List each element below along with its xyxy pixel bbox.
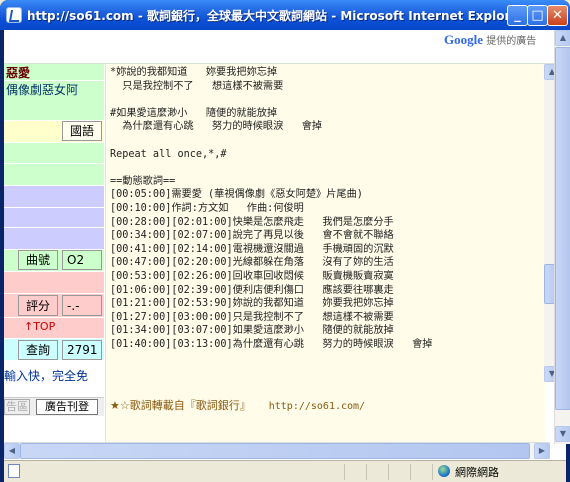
track-row: 曲號 O2 (4, 250, 104, 272)
lyric-line: #如果愛這麼渺小 隨便的就能放掉 (110, 107, 278, 119)
page-scrollbar[interactable]: ▲ ▼ (554, 30, 570, 444)
ie-icon (6, 7, 22, 23)
lyric-line: Repeat all once,*,# (110, 148, 227, 160)
title-bar[interactable]: http://so61.com - 歌詞銀行，全球最大中文歌詞網站 - Micr… (0, 0, 570, 30)
status-divider (388, 464, 389, 480)
lyric-line: 為什麼還有心跳 努力的時候眼淚 會掉 (122, 121, 323, 133)
status-divider (410, 464, 411, 480)
source-url[interactable]: http://so61.com/ (269, 401, 365, 412)
google-ads-label[interactable]: Google 提供的廣告 (444, 32, 536, 48)
promo-text[interactable]: 輸入快，完全免 (4, 367, 88, 384)
google-brand: Google (444, 32, 483, 47)
blank-row-4 (4, 208, 104, 228)
blank-row-2 (4, 164, 104, 186)
track-label: 曲號 (18, 250, 58, 270)
horizontal-scrollbar[interactable]: ◀ ▶ (4, 442, 550, 459)
lyric-line: [00:53:00][02:26:00]回收車回收悶候 販賣機販賣寂寞 (110, 270, 394, 282)
minimize-button[interactable]: _ (507, 5, 528, 26)
page-scroll-up-icon[interactable]: ▲ (555, 30, 570, 46)
lyric-line: 只是我控制不了 想這樣不被需要 (122, 80, 284, 92)
window-title: http://so61.com - 歌詞銀行，全球最大中文歌詞網站 - Micr… (27, 9, 525, 23)
top-link[interactable]: ↑TOP (24, 320, 55, 333)
page-status-icon (8, 464, 20, 478)
lyric-line: [00:34:00][02:07:00]說完了再見以後 會不會就不聯絡 (110, 230, 394, 242)
google-ad-strip: Google 提供的廣告 (4, 30, 554, 64)
blank-row-1 (4, 143, 104, 164)
top-row: ↑TOP (4, 318, 104, 339)
scroll-left-icon[interactable]: ◀ (4, 443, 20, 459)
lyric-line: [00:05:00]需要愛 (華視偶像劇《惡女阿楚》片尾曲) (110, 189, 363, 201)
language-label: 國語 (62, 121, 102, 141)
scroll-right-icon[interactable]: ▶ (534, 443, 550, 459)
query-label: 查詢 (18, 340, 58, 360)
track-value: O2 (62, 250, 102, 270)
browser-window: http://so61.com - 歌詞銀行，全球最大中文歌詞網站 - Micr… (0, 0, 570, 482)
lyric-line: [00:28:00][02:01:00]快樂是怎麼飛走 我們是怎麼分手 (110, 216, 394, 228)
ad-post-button[interactable]: 廣告刊登 (36, 399, 98, 415)
status-divider (366, 464, 367, 480)
lyric-line: [01:40:00][03:13:00]為什麼還有心跳 努力的時候眼淚 會掉 (110, 338, 433, 350)
ad-area-button[interactable]: 告區 (4, 399, 30, 415)
lyric-line: ==動態歌詞== (110, 175, 176, 187)
status-bar: 網際網路 (4, 460, 566, 482)
promo-row: 輸入快，完全免 (4, 361, 104, 397)
blank-row-6 (4, 272, 104, 294)
song-title: 惡愛 (4, 64, 104, 81)
status-divider (432, 464, 433, 480)
lyric-line: [01:06:00][02:39:00]便利店便利傷口 應該要往哪裏走 (110, 284, 394, 296)
lyric-line: [00:10:00]作詞:方文如 作曲:何俊明 (110, 202, 304, 214)
lyrics-text: *妳說的我都知道 妳要我把妳忘掉 只是我控制不了 想這樣不被需要 #如果愛這麼渺… (110, 66, 432, 351)
zone-label: 網際網路 (455, 466, 499, 479)
horizontal-scroll-thumb[interactable] (20, 443, 530, 459)
blank-row-3 (4, 186, 104, 208)
lyric-line: *妳說的我都知道 妳要我把妳忘掉 (110, 67, 278, 78)
close-button[interactable]: ✕ (547, 5, 568, 26)
lyric-line: [00:41:00][02:14:00]電視機還沒關過 手機頑固的沉默 (110, 243, 394, 255)
internet-zone-icon (438, 465, 450, 477)
lyric-line: [01:27:00][03:00:00]只是我控制不了 想這樣不被需要 (110, 311, 394, 323)
maximize-button[interactable]: □ (527, 5, 548, 26)
lyrics-footer: ★☆歌詞轉載自『歌詞銀行』 http://so61.com/ (110, 397, 365, 413)
rating-value: -.- (62, 295, 102, 316)
page-scroll-thumb[interactable] (555, 47, 570, 410)
ad-buttons-row: 告區 廣告刊登 (4, 397, 104, 417)
lyrics-pane: *妳說的我都知道 妳要我把妳忘掉 只是我控制不了 想這樣不被需要 #如果愛這麼渺… (105, 64, 545, 448)
lyric-line: [00:47:00][02:20:00]光線都躲在角落 沒有了妳的生活 (110, 257, 394, 269)
source-credit: ★☆歌詞轉載自『歌詞銀行』 (110, 399, 251, 412)
page-scroll-down-icon[interactable]: ▼ (555, 426, 570, 442)
lyric-line: [01:34:00][03:07:00]如果愛這麼渺小 隨便的就能放掉 (110, 325, 394, 337)
google-ads-sub: 提供的廣告 (486, 36, 537, 47)
language-row: 國語 (4, 121, 104, 143)
rating-row: 評分 -.- (4, 294, 104, 318)
song-info-panel: 惡愛 偶像劇惡女阿 國語 曲號 O2 評分 -.- ↑TOP 查詢 2791 輸… (4, 64, 104, 448)
query-value: 2791 (62, 340, 102, 360)
blank-row-5 (4, 228, 104, 250)
rating-label: 評分 (18, 295, 58, 316)
status-divider (344, 464, 345, 480)
query-row: 查詢 2791 (4, 339, 104, 361)
page-viewport: Google 提供的廣告 惡愛 偶像劇惡女阿 國語 曲號 O2 評分 -.- ↑… (4, 30, 570, 460)
lyric-line: [01:21:00][02:53:90]妳說的我都知道 妳要我把妳忘掉 (110, 298, 394, 310)
series-name: 偶像劇惡女阿 (4, 81, 104, 121)
